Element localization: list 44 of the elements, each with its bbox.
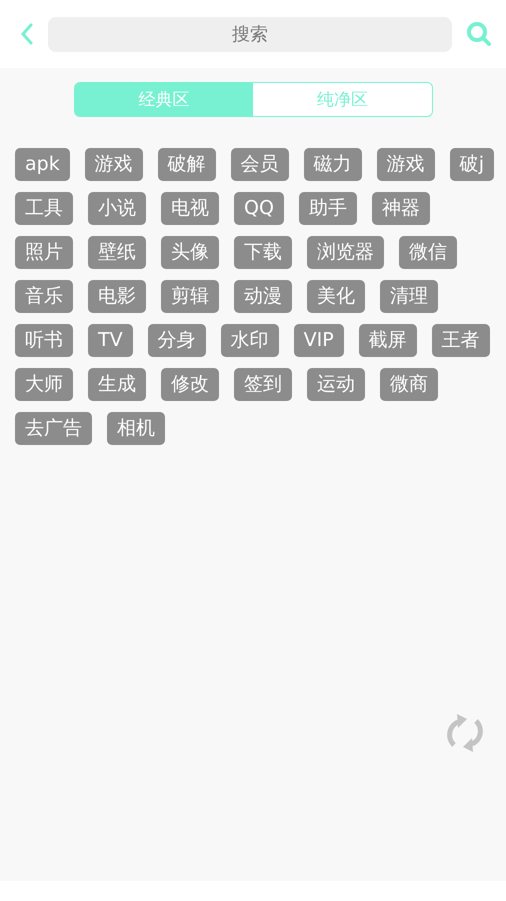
tag[interactable]: 清理	[380, 280, 438, 313]
tag[interactable]: 破j	[450, 148, 494, 181]
tag[interactable]: 运动	[307, 368, 365, 401]
tag[interactable]: 分身	[148, 324, 206, 357]
tag[interactable]: 听书	[15, 324, 73, 357]
tag[interactable]: 下载	[234, 236, 292, 269]
tag[interactable]: 游戏	[84, 148, 143, 181]
tag[interactable]: 微信	[399, 236, 457, 269]
tag[interactable]: 修改	[161, 368, 219, 401]
search-field[interactable]: 搜索	[48, 16, 452, 52]
tag[interactable]: 去广告	[15, 412, 92, 445]
tag[interactable]: 浏览器	[307, 236, 384, 269]
tag[interactable]: 磁力	[304, 148, 362, 181]
tag[interactable]: 签到	[234, 368, 292, 401]
tag[interactable]: TV	[88, 324, 133, 357]
tag[interactable]: 微商	[380, 368, 438, 401]
tag[interactable]: 照片	[15, 236, 73, 269]
tag[interactable]: 壁纸	[88, 236, 146, 269]
tag[interactable]: 电视	[161, 192, 219, 225]
tag[interactable]: 神器	[372, 192, 430, 225]
tag[interactable]: 大师	[15, 368, 73, 401]
tag[interactable]: 助手	[298, 192, 357, 225]
tag[interactable]: 动漫	[234, 280, 292, 313]
tag[interactable]: 小说	[88, 192, 146, 225]
tag[interactable]: 剪辑	[161, 280, 219, 313]
tag[interactable]: 电影	[88, 280, 146, 313]
search-icon[interactable]	[466, 21, 492, 47]
tag[interactable]: VIP	[294, 324, 344, 357]
tag[interactable]: 工具	[15, 192, 73, 225]
tag[interactable]: 会员	[230, 148, 289, 181]
tag[interactable]: 美化	[307, 280, 365, 313]
back-icon[interactable]	[20, 22, 34, 46]
refresh-icon[interactable]	[444, 712, 486, 754]
tag[interactable]: 王者	[432, 324, 490, 357]
tag[interactable]: apk	[15, 148, 70, 181]
tag[interactable]: 截屏	[358, 324, 417, 357]
tag[interactable]: 破解	[158, 148, 216, 181]
tag[interactable]: 生成	[88, 368, 146, 401]
tag[interactable]: QQ	[234, 192, 284, 225]
tag[interactable]: 水印	[220, 324, 279, 357]
tag[interactable]: 游戏	[376, 148, 435, 181]
tag[interactable]: 音乐	[15, 280, 73, 313]
tag[interactable]: 头像	[161, 236, 219, 269]
tag[interactable]: 相机	[107, 412, 165, 445]
